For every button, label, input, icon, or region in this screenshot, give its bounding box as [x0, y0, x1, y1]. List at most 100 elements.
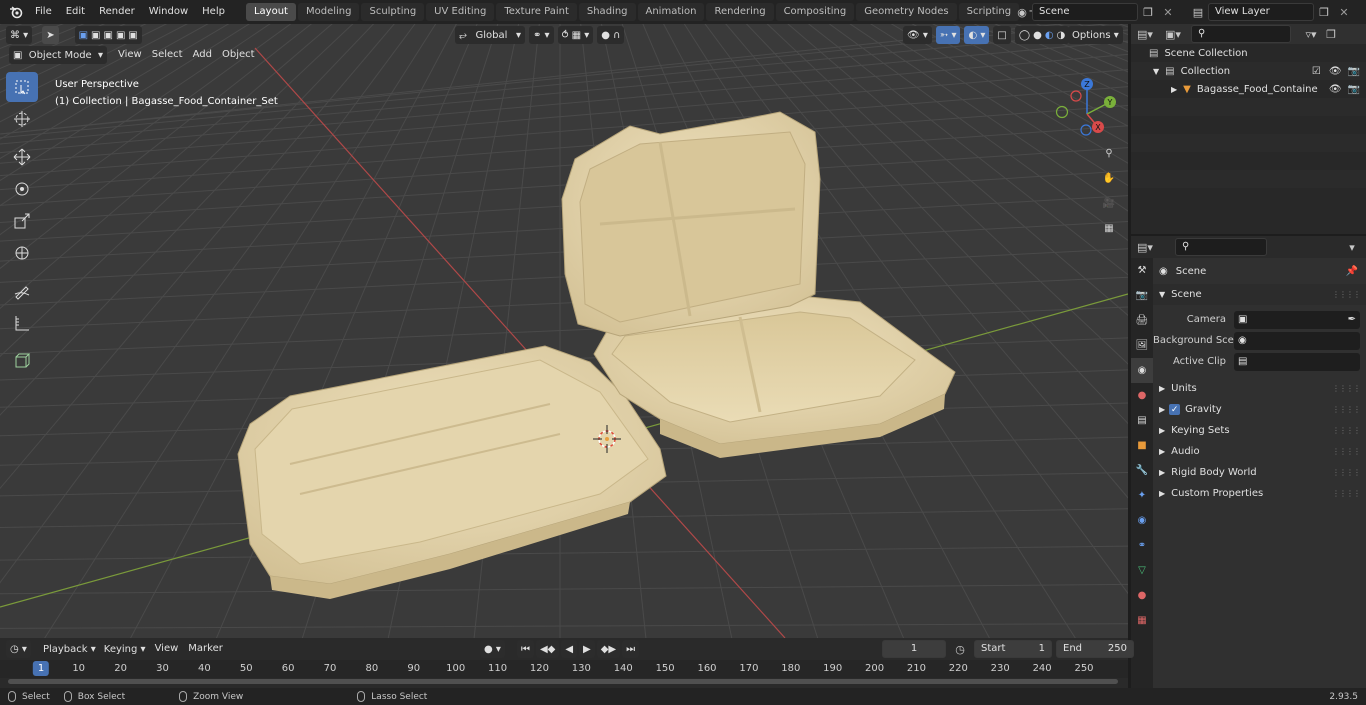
- rotate-tool-icon[interactable]: [6, 174, 38, 204]
- eye-icon[interactable]: 👁: [1329, 66, 1342, 77]
- select-invert-icon[interactable]: ▣: [116, 30, 125, 41]
- shading-modes[interactable]: ◯ ● ◐ ◑: [1014, 26, 1070, 44]
- eye-icon[interactable]: 👁: [1329, 84, 1342, 95]
- drag-grip-icon[interactable]: ⋮⋮⋮⋮: [1332, 384, 1361, 393]
- start-frame-field[interactable]: Start 1: [974, 640, 1052, 658]
- select-subtract-icon[interactable]: ▣: [104, 30, 113, 41]
- output-tab-icon[interactable]: 🖨: [1131, 308, 1153, 333]
- outliner-row-scene-collection[interactable]: ▤ Scene Collection: [1131, 44, 1366, 62]
- texture-tab-icon[interactable]: ▦: [1131, 608, 1153, 633]
- annotate-tool-icon[interactable]: [6, 276, 38, 306]
- outliner-search-input[interactable]: ⚲: [1191, 25, 1291, 43]
- visibility-dropdown[interactable]: 👁 ▾: [903, 26, 932, 44]
- play-reverse-icon[interactable]: ◀: [561, 640, 578, 658]
- new-collection-icon[interactable]: ❐: [1321, 25, 1341, 43]
- proportional-edit-toggle[interactable]: ● ∩: [597, 26, 625, 44]
- scene-name-field[interactable]: Scene: [1032, 3, 1138, 21]
- pin-icon[interactable]: 📌: [1346, 266, 1358, 277]
- marker-menu[interactable]: Marker: [183, 640, 228, 658]
- display-mode-icon[interactable]: ▣▾: [1163, 25, 1183, 43]
- view-layer-field[interactable]: View Layer: [1208, 3, 1314, 21]
- tool-tab-icon[interactable]: ⚒: [1131, 258, 1153, 283]
- delete-view-layer-icon[interactable]: ✕: [1334, 3, 1354, 21]
- tab-texture-paint[interactable]: Texture Paint: [496, 3, 577, 21]
- camera-icon[interactable]: 📷: [1348, 66, 1360, 77]
- panel-keying-sets[interactable]: ▶ Keying Sets ⋮⋮⋮⋮: [1153, 420, 1366, 441]
- keying-menu[interactable]: Keying ▾: [100, 640, 150, 658]
- object-tab-icon[interactable]: ■: [1131, 433, 1153, 458]
- clock-icon[interactable]: ◷: [950, 640, 970, 658]
- select-mode-buttons[interactable]: ▣ ▣ ▣ ▣ ▣: [74, 26, 142, 44]
- new-scene-icon[interactable]: ❐: [1138, 3, 1158, 21]
- timeline-ruler[interactable]: 1 10 20 30 40 50 60 70 80 90 100 110 120 130 140 150 160…: [0, 660, 1128, 678]
- timeline-view-menu[interactable]: View: [150, 640, 184, 658]
- render-tab-icon[interactable]: 📷: [1131, 283, 1153, 308]
- menu-select[interactable]: Select: [147, 46, 188, 64]
- tab-animation[interactable]: Animation: [637, 3, 705, 21]
- eyedropper-icon[interactable]: ✒: [1348, 314, 1356, 325]
- camera-field[interactable]: ▣ ✒: [1234, 310, 1360, 329]
- select-intersect-icon[interactable]: ▣: [128, 30, 137, 41]
- scale-tool-icon[interactable]: [6, 206, 38, 236]
- menu-edit[interactable]: Edit: [59, 0, 92, 24]
- rendered-shading-icon[interactable]: ◑: [1057, 30, 1066, 41]
- blender-logo-icon[interactable]: [4, 0, 28, 24]
- current-frame-field[interactable]: 1: [882, 640, 946, 658]
- menu-render[interactable]: Render: [92, 0, 142, 24]
- material-shading-icon[interactable]: ◐: [1045, 30, 1054, 41]
- physics-tab-icon[interactable]: ◉: [1131, 508, 1153, 533]
- tool-cursor-button[interactable]: ➤: [42, 26, 59, 44]
- panel-rigid-body-world[interactable]: ▶ Rigid Body World ⋮⋮⋮⋮: [1153, 462, 1366, 483]
- checkbox-icon[interactable]: ☑: [1312, 66, 1321, 77]
- chevron-down-icon[interactable]: ▾: [1342, 238, 1362, 256]
- transform-tool-icon[interactable]: [6, 238, 38, 268]
- gravity-checkbox[interactable]: ✓: [1169, 404, 1181, 415]
- record-button[interactable]: ● ▾: [480, 640, 505, 658]
- playback-menu[interactable]: Playback ▾: [39, 640, 100, 658]
- view-layer-selector-icon[interactable]: ▤: [1188, 3, 1208, 21]
- scene-tab-icon[interactable]: ◉: [1131, 358, 1153, 383]
- background-scene-field[interactable]: ◉: [1234, 331, 1360, 350]
- menu-window[interactable]: Window: [142, 0, 195, 24]
- current-frame-marker[interactable]: 1: [32, 661, 50, 676]
- material-tab-icon[interactable]: ●: [1131, 583, 1153, 608]
- tab-layout[interactable]: Layout: [245, 3, 296, 21]
- tab-sculpting[interactable]: Sculpting: [361, 3, 425, 21]
- wireframe-shading-icon[interactable]: ◯: [1019, 30, 1030, 41]
- panel-units[interactable]: ▶ Units ⋮⋮⋮⋮: [1153, 378, 1366, 399]
- tab-scripting[interactable]: Scripting: [958, 3, 1020, 21]
- cursor-tool-icon[interactable]: [6, 104, 38, 134]
- prev-keyframe-icon[interactable]: ◀◆: [535, 640, 560, 658]
- particles-tab-icon[interactable]: ✦: [1131, 483, 1153, 508]
- data-tab-icon[interactable]: ▽: [1131, 558, 1153, 583]
- constraints-tab-icon[interactable]: ⚭: [1131, 533, 1153, 558]
- drag-grip-icon[interactable]: ⋮⋮⋮⋮: [1332, 426, 1361, 435]
- end-frame-field[interactable]: End 250: [1056, 640, 1134, 658]
- jump-end-icon[interactable]: ⏭: [622, 640, 640, 658]
- solid-shading-icon[interactable]: ●: [1033, 30, 1042, 41]
- camera-view-icon[interactable]: 🎥: [1098, 192, 1120, 214]
- measure-tool-icon[interactable]: [6, 308, 38, 338]
- add-cube-tool-icon[interactable]: [6, 346, 38, 376]
- menu-help[interactable]: Help: [195, 0, 232, 24]
- object-mode-dropdown[interactable]: ▣ Object Mode ▾: [9, 46, 107, 64]
- snap-toggle[interactable]: ⥀ ▦ ▾: [557, 26, 594, 44]
- chevron-right-icon[interactable]: ▶: [1171, 85, 1177, 94]
- properties-search-input[interactable]: ⚲: [1175, 238, 1267, 256]
- outliner-row-object[interactable]: ▶ ▼ Bagasse_Food_Containe 👁 📷: [1131, 80, 1366, 98]
- gizmo-toggle[interactable]: ➳ ▾: [935, 26, 961, 44]
- panel-gravity[interactable]: ▶ ✓ Gravity ⋮⋮⋮⋮: [1153, 399, 1366, 420]
- tab-geometry-nodes[interactable]: Geometry Nodes: [856, 3, 957, 21]
- world-tab-icon[interactable]: ●: [1131, 383, 1153, 408]
- active-clip-field[interactable]: ▤: [1234, 352, 1360, 371]
- overlay-toggle[interactable]: ◐ ▾: [964, 26, 990, 44]
- drag-grip-icon[interactable]: ⋮⋮⋮⋮: [1332, 468, 1361, 477]
- scene-selector-icon[interactable]: ◉: [1012, 3, 1032, 21]
- tab-compositing[interactable]: Compositing: [775, 3, 855, 21]
- tab-uv-editing[interactable]: UV Editing: [426, 3, 495, 21]
- chevron-down-icon[interactable]: ▼: [1153, 67, 1159, 76]
- drag-grip-icon[interactable]: ⋮⋮⋮⋮: [1332, 489, 1361, 498]
- filter-icon[interactable]: ▿▾: [1301, 25, 1321, 43]
- camera-icon[interactable]: 📷: [1348, 84, 1360, 95]
- transform-orientation-dropdown[interactable]: ⥂ Global ▾: [455, 26, 525, 44]
